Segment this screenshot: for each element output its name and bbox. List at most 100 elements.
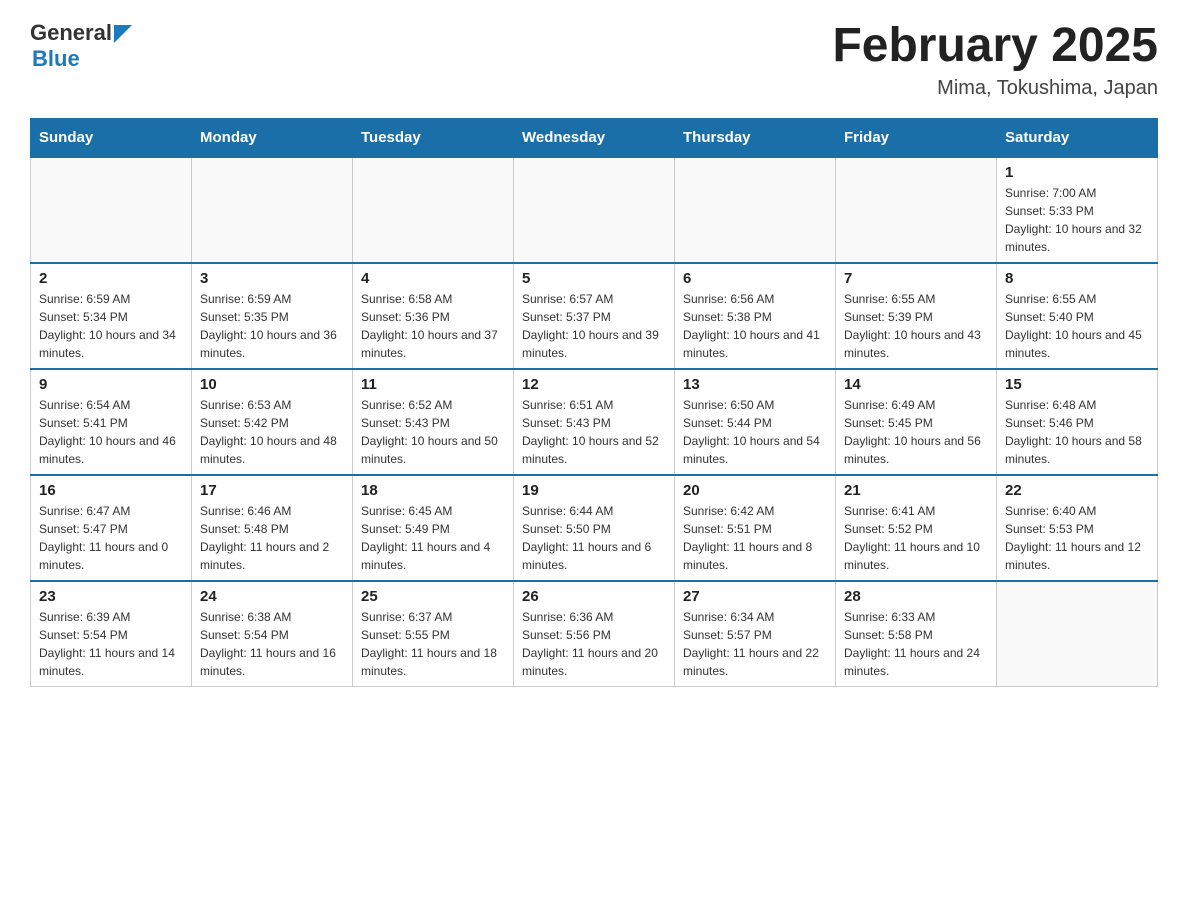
day-info: Sunrise: 6:52 AMSunset: 5:43 PMDaylight:… — [361, 396, 505, 468]
day-number: 25 — [361, 588, 505, 605]
calendar-cell: 7Sunrise: 6:55 AMSunset: 5:39 PMDaylight… — [836, 263, 997, 369]
day-number: 2 — [39, 270, 183, 287]
day-number: 27 — [683, 588, 827, 605]
day-info: Sunrise: 6:55 AMSunset: 5:40 PMDaylight:… — [1005, 290, 1149, 362]
day-number: 9 — [39, 376, 183, 393]
day-info: Sunrise: 6:49 AMSunset: 5:45 PMDaylight:… — [844, 396, 988, 468]
calendar-cell — [836, 157, 997, 263]
day-number: 16 — [39, 482, 183, 499]
day-info: Sunrise: 6:37 AMSunset: 5:55 PMDaylight:… — [361, 608, 505, 680]
day-info: Sunrise: 6:40 AMSunset: 5:53 PMDaylight:… — [1005, 502, 1149, 574]
calendar-cell: 20 Sunrise: 6:42 AMSunset: 5:51 PMDayligh… — [675, 475, 836, 581]
day-info: Sunrise: 6:56 AMSunset: 5:38 PMDaylight:… — [683, 290, 827, 362]
weekday-header-tuesday: Tuesday — [353, 118, 514, 157]
day-info: Sunrise: 6:44 AMSunset: 5:50 PMDaylight:… — [522, 502, 666, 574]
calendar-cell — [997, 581, 1158, 687]
calendar-cell: 11 Sunrise: 6:52 AMSunset: 5:43 PMDayligh… — [353, 369, 514, 475]
calendar-cell — [514, 157, 675, 263]
weekday-header-thursday: Thursday — [675, 118, 836, 157]
day-number: 3 — [200, 270, 344, 287]
calendar-week-4: 16 Sunrise: 6:47 AMSunset: 5:47 PMDayligh… — [31, 475, 1158, 581]
day-info: Sunrise: 6:51 AMSunset: 5:43 PMDaylight:… — [522, 396, 666, 468]
calendar-week-3: 9Sunrise: 6:54 AMSunset: 5:41 PMDaylight… — [31, 369, 1158, 475]
day-number: 11 — [361, 376, 505, 393]
day-number: 12 — [522, 376, 666, 393]
page-header: General Blue February 2025 Mima, Tokushi… — [30, 20, 1158, 100]
day-info: Sunrise: 6:57 AMSunset: 5:37 PMDaylight:… — [522, 290, 666, 362]
weekday-header-monday: Monday — [192, 118, 353, 157]
weekday-header-row: SundayMondayTuesdayWednesdayThursdayFrid… — [31, 118, 1158, 157]
calendar-cell: 19 Sunrise: 6:44 AMSunset: 5:50 PMDayligh… — [514, 475, 675, 581]
weekday-header-saturday: Saturday — [997, 118, 1158, 157]
calendar-cell: 17 Sunrise: 6:46 AMSunset: 5:48 PMDayligh… — [192, 475, 353, 581]
day-info: Sunrise: 6:53 AMSunset: 5:42 PMDaylight:… — [200, 396, 344, 468]
calendar-cell: 23Sunrise: 6:39 AMSunset: 5:54 PMDayligh… — [31, 581, 192, 687]
day-info: Sunrise: 6:58 AMSunset: 5:36 PMDaylight:… — [361, 290, 505, 362]
calendar-table: SundayMondayTuesdayWednesdayThursdayFrid… — [30, 118, 1158, 687]
calendar-cell: 24 Sunrise: 6:38 AMSunset: 5:54 PMDayligh… — [192, 581, 353, 687]
day-info: Sunrise: 6:45 AMSunset: 5:49 PMDaylight:… — [361, 502, 505, 574]
calendar-cell: 28Sunrise: 6:33 AMSunset: 5:58 PMDayligh… — [836, 581, 997, 687]
logo-general-text: General — [30, 20, 112, 46]
calendar-cell: 2 Sunrise: 6:59 AMSunset: 5:34 PMDaylight… — [31, 263, 192, 369]
day-number: 19 — [522, 482, 666, 499]
day-info: Sunrise: 6:46 AMSunset: 5:48 PMDaylight:… — [200, 502, 344, 574]
calendar-cell — [353, 157, 514, 263]
day-info: Sunrise: 6:41 AMSunset: 5:52 PMDaylight:… — [844, 502, 988, 574]
day-info: Sunrise: 6:42 AMSunset: 5:51 PMDaylight:… — [683, 502, 827, 574]
calendar-cell: 5Sunrise: 6:57 AMSunset: 5:37 PMDaylight… — [514, 263, 675, 369]
calendar-week-5: 23Sunrise: 6:39 AMSunset: 5:54 PMDayligh… — [31, 581, 1158, 687]
calendar-week-2: 2 Sunrise: 6:59 AMSunset: 5:34 PMDaylight… — [31, 263, 1158, 369]
calendar-cell — [31, 157, 192, 263]
day-info: Sunrise: 6:59 AMSunset: 5:35 PMDaylight:… — [200, 290, 344, 362]
day-number: 6 — [683, 270, 827, 287]
day-info: Sunrise: 6:34 AMSunset: 5:57 PMDaylight:… — [683, 608, 827, 680]
calendar-cell: 27 Sunrise: 6:34 AMSunset: 5:57 PMDayligh… — [675, 581, 836, 687]
day-number: 1 — [1005, 164, 1149, 181]
calendar-cell: 4 Sunrise: 6:58 AMSunset: 5:36 PMDaylight… — [353, 263, 514, 369]
day-info: Sunrise: 6:50 AMSunset: 5:44 PMDaylight:… — [683, 396, 827, 468]
day-number: 15 — [1005, 376, 1149, 393]
calendar-cell: 3 Sunrise: 6:59 AMSunset: 5:35 PMDaylight… — [192, 263, 353, 369]
calendar-cell: 18 Sunrise: 6:45 AMSunset: 5:49 PMDayligh… — [353, 475, 514, 581]
day-number: 7 — [844, 270, 988, 287]
calendar-cell — [192, 157, 353, 263]
calendar-cell: 9Sunrise: 6:54 AMSunset: 5:41 PMDaylight… — [31, 369, 192, 475]
logo: General Blue — [30, 20, 132, 72]
day-info: Sunrise: 6:39 AMSunset: 5:54 PMDaylight:… — [39, 608, 183, 680]
day-info: Sunrise: 6:47 AMSunset: 5:47 PMDaylight:… — [39, 502, 183, 574]
logo-blue-text: Blue — [32, 46, 80, 71]
day-info: Sunrise: 6:59 AMSunset: 5:34 PMDaylight:… — [39, 290, 183, 362]
calendar-body: 1 Sunrise: 7:00 AMSunset: 5:33 PMDaylight… — [31, 157, 1158, 687]
calendar-location: Mima, Tokushima, Japan — [832, 77, 1158, 100]
day-number: 20 — [683, 482, 827, 499]
day-number: 17 — [200, 482, 344, 499]
day-number: 22 — [1005, 482, 1149, 499]
day-info: Sunrise: 7:00 AMSunset: 5:33 PMDaylight:… — [1005, 184, 1149, 256]
calendar-cell — [675, 157, 836, 263]
calendar-week-1: 1 Sunrise: 7:00 AMSunset: 5:33 PMDaylight… — [31, 157, 1158, 263]
calendar-header: SundayMondayTuesdayWednesdayThursdayFrid… — [31, 118, 1158, 157]
day-number: 18 — [361, 482, 505, 499]
calendar-title: February 2025 — [832, 20, 1158, 73]
day-number: 4 — [361, 270, 505, 287]
logo-arrow-icon — [114, 25, 132, 43]
day-number: 24 — [200, 588, 344, 605]
calendar-cell: 13Sunrise: 6:50 AMSunset: 5:44 PMDayligh… — [675, 369, 836, 475]
day-info: Sunrise: 6:36 AMSunset: 5:56 PMDaylight:… — [522, 608, 666, 680]
day-info: Sunrise: 6:48 AMSunset: 5:46 PMDaylight:… — [1005, 396, 1149, 468]
day-number: 14 — [844, 376, 988, 393]
day-number: 26 — [522, 588, 666, 605]
calendar-cell: 26 Sunrise: 6:36 AMSunset: 5:56 PMDayligh… — [514, 581, 675, 687]
calendar-cell: 8 Sunrise: 6:55 AMSunset: 5:40 PMDaylight… — [997, 263, 1158, 369]
day-number: 8 — [1005, 270, 1149, 287]
calendar-cell: 6 Sunrise: 6:56 AMSunset: 5:38 PMDaylight… — [675, 263, 836, 369]
calendar-cell: 1 Sunrise: 7:00 AMSunset: 5:33 PMDaylight… — [997, 157, 1158, 263]
day-info: Sunrise: 6:33 AMSunset: 5:58 PMDaylight:… — [844, 608, 988, 680]
day-info: Sunrise: 6:38 AMSunset: 5:54 PMDaylight:… — [200, 608, 344, 680]
weekday-header-wednesday: Wednesday — [514, 118, 675, 157]
calendar-cell: 15 Sunrise: 6:48 AMSunset: 5:46 PMDayligh… — [997, 369, 1158, 475]
day-number: 21 — [844, 482, 988, 499]
calendar-cell: 12 Sunrise: 6:51 AMSunset: 5:43 PMDayligh… — [514, 369, 675, 475]
calendar-cell: 16 Sunrise: 6:47 AMSunset: 5:47 PMDayligh… — [31, 475, 192, 581]
